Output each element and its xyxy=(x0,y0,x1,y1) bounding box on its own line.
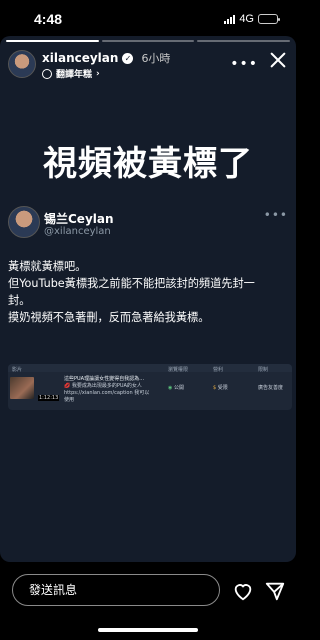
story-card[interactable]: xilanceylan ✓ 6小時 翻譯年糕 › ••• 視頻被黃標了 锡兰Ce… xyxy=(0,36,296,562)
network-label: 4G xyxy=(239,13,254,25)
progress-segment xyxy=(6,40,99,42)
home-indicator xyxy=(98,628,198,632)
translate-link[interactable]: 翻譯年糕 › xyxy=(42,67,100,80)
tweet-line: 摸奶視頻不急著刪，反而急著給我黃標。 xyxy=(8,311,210,324)
tweet-avatar xyxy=(8,206,40,238)
video-desc: 💋 我要成為出現最多的PUA的女人 xyxy=(64,383,142,389)
more-options-icon[interactable]: ••• xyxy=(230,56,258,72)
close-icon[interactable] xyxy=(268,50,288,70)
signal-icon xyxy=(224,14,236,24)
visibility-cell: ◉ 公開 xyxy=(168,385,184,391)
tweet-header: 锡兰Ceylan @xilanceylan ••• xyxy=(8,206,288,242)
story-progress xyxy=(6,40,291,42)
story-header: xilanceylan ✓ 6小時 翻譯年糕 › ••• xyxy=(8,48,288,80)
status-time: 4:48 xyxy=(34,11,63,27)
tweet-handle: @xilanceylan xyxy=(44,226,111,237)
video-url: https://xianlan.com/caption 我可以使用 xyxy=(64,390,150,403)
tweet-card: 锡兰Ceylan @xilanceylan ••• 黃標就黃標吧。 但YouTu… xyxy=(8,206,288,326)
music-icon xyxy=(42,68,52,79)
embedded-screenshot: 影片 瀏覽權限 營利 限制 1:12:13 這些PUA理論讓女性變得自我認為… … xyxy=(8,364,292,410)
progress-segment xyxy=(197,40,291,42)
battery-icon xyxy=(258,14,280,24)
video-thumbnail xyxy=(10,377,34,399)
send-icon[interactable] xyxy=(264,580,286,602)
monetization-cell: $ 受限 xyxy=(213,385,228,391)
video-title: 這些PUA理論讓女性變得自我認為… xyxy=(64,376,145,382)
embed-header: 限制 xyxy=(258,367,269,373)
tweet-body: 黃標就黃標吧。 但YouTube黃標我之前能不能把該封的頻道先封一 封。 摸奶視… xyxy=(8,258,288,326)
chevron-right-icon: › xyxy=(96,68,100,79)
monetization-value: 受限 xyxy=(217,385,228,391)
reply-bar xyxy=(0,562,296,640)
tweet-line: 黃標就黃標吧。 xyxy=(8,260,87,273)
video-duration: 1:12:13 xyxy=(38,395,60,401)
embed-header: 營利 xyxy=(213,367,224,373)
avatar[interactable] xyxy=(8,50,36,78)
status-bar: 4:48 4G xyxy=(0,0,296,36)
verified-icon: ✓ xyxy=(122,52,134,64)
video-info: 這些PUA理論讓女性變得自我認為… 💋 我要成為出現最多的PUA的女人 http… xyxy=(64,376,152,404)
heart-icon[interactable] xyxy=(232,580,254,602)
time-ago: 6小時 xyxy=(141,52,171,65)
message-input[interactable] xyxy=(12,574,220,606)
tweet-display-name: 锡兰Ceylan xyxy=(44,212,114,226)
embed-header: 瀏覽權限 xyxy=(168,367,189,373)
tweet-line: 但YouTube黃標我之前能不能把該封的頻道先封一 xyxy=(8,277,255,290)
restriction-value: 廣告友善度 xyxy=(258,385,284,391)
visibility-value: 公開 xyxy=(173,385,184,391)
progress-segment xyxy=(101,40,195,42)
story-username[interactable]: xilanceylan ✓ 6小時 xyxy=(42,50,170,66)
username-label: xilanceylan xyxy=(42,51,119,65)
translate-label: 翻譯年糕 xyxy=(56,70,93,80)
tweet-line: 封。 xyxy=(8,294,31,307)
embed-header-row: 影片 瀏覽權限 營利 限制 xyxy=(8,364,292,373)
story-title: 視頻被黃標了 xyxy=(43,144,253,184)
status-indicators: 4G xyxy=(224,13,280,25)
embed-header: 影片 xyxy=(12,367,23,373)
tweet-more-icon: ••• xyxy=(263,208,288,222)
